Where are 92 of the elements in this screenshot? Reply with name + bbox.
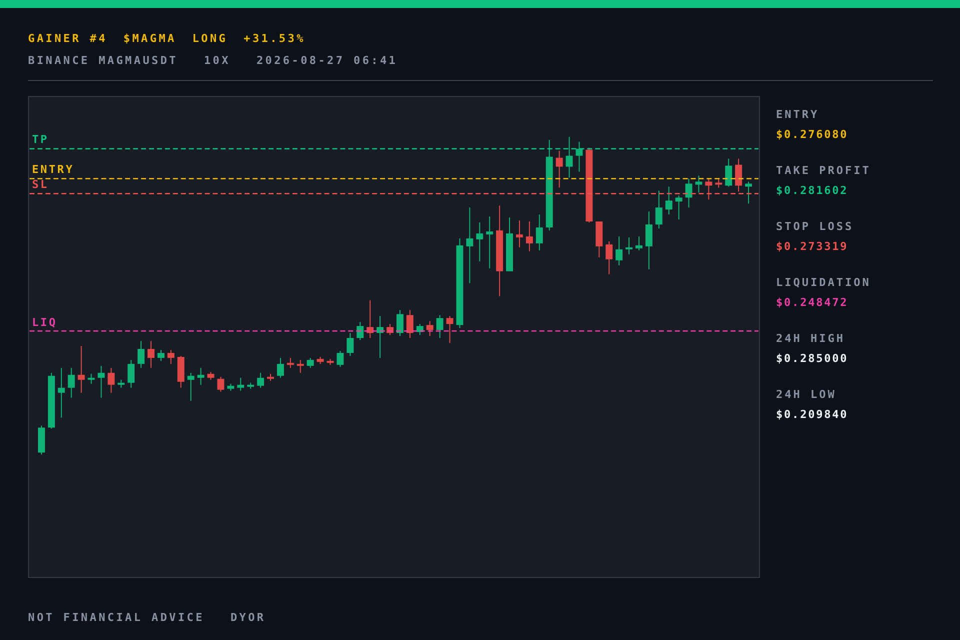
candle <box>247 382 254 390</box>
candle <box>665 186 672 215</box>
candle <box>606 240 613 275</box>
candle <box>177 355 184 388</box>
candle <box>566 136 573 178</box>
candle <box>237 377 244 392</box>
level-label: LIQ <box>32 316 58 330</box>
headline-text: LONG <box>192 31 228 47</box>
candle <box>645 211 652 270</box>
candle <box>526 220 533 252</box>
candle <box>48 372 55 430</box>
candle <box>346 332 354 356</box>
candle <box>705 178 712 200</box>
level-label: TP <box>32 133 49 147</box>
stat-label: ENTRY <box>776 108 820 122</box>
candle <box>616 236 623 266</box>
candle <box>446 316 454 344</box>
disclaimer-text: NOT FINANCIAL ADVICE <box>28 611 204 625</box>
candle <box>157 349 164 362</box>
candle <box>725 158 732 188</box>
level-label: SL <box>32 178 49 192</box>
candle <box>386 324 394 336</box>
candle <box>38 425 45 455</box>
candle <box>336 350 344 368</box>
stat-value: $0.209840 <box>776 408 850 422</box>
candle <box>436 314 444 338</box>
candle <box>277 357 284 378</box>
candle <box>636 236 642 251</box>
candle <box>227 383 234 392</box>
candle <box>167 349 174 364</box>
candle <box>257 372 264 388</box>
candle <box>316 356 324 364</box>
candle <box>596 220 603 258</box>
candle <box>476 222 484 262</box>
stat-label: 24H HIGH <box>776 332 846 346</box>
candle <box>576 141 583 172</box>
headline-text: GAINER #4 <box>28 31 108 47</box>
candle <box>416 324 424 336</box>
candle <box>187 372 194 402</box>
subheader-text: 2026-08-27 06:41 <box>256 53 398 69</box>
candle <box>655 190 662 229</box>
stat-value: $0.273319 <box>776 240 850 254</box>
stat-value: $0.276080 <box>776 128 850 142</box>
candle <box>296 359 304 374</box>
headline-text: +31.53% <box>244 31 306 47</box>
candle <box>366 300 374 338</box>
candle <box>556 150 563 188</box>
stat-label: LIQUIDATION <box>776 276 871 290</box>
stat-label: 24H LOW <box>776 388 838 402</box>
candle <box>745 181 752 204</box>
candle <box>396 310 404 336</box>
candle <box>536 214 543 251</box>
candle <box>108 367 115 394</box>
candle <box>78 345 85 394</box>
candle <box>197 367 204 386</box>
subheader-text: 10X <box>204 53 230 69</box>
stat-value: $0.281602 <box>776 184 850 198</box>
candle <box>128 359 135 388</box>
candle <box>138 340 145 368</box>
candle <box>217 376 224 392</box>
candle <box>506 217 513 272</box>
candle <box>88 373 95 384</box>
stat-value: $0.285000 <box>776 352 850 366</box>
candle <box>306 357 314 368</box>
candle <box>626 236 632 255</box>
candle <box>286 357 294 368</box>
candle <box>406 310 414 338</box>
candle <box>685 178 692 208</box>
candle <box>516 220 523 248</box>
level-label: ENTRY <box>32 163 74 177</box>
candle <box>426 320 434 336</box>
candle <box>326 358 334 366</box>
stat-label: STOP LOSS <box>776 220 855 234</box>
candle <box>735 158 742 192</box>
subheader-text: BINANCE MAGMAUSDT <box>28 53 178 69</box>
candle <box>148 340 154 368</box>
candle <box>98 365 105 398</box>
candle <box>68 367 75 398</box>
stat-label: TAKE PROFIT <box>776 164 871 178</box>
candle <box>118 379 125 388</box>
stat-value: $0.248472 <box>776 296 850 310</box>
candle <box>267 373 274 382</box>
candle <box>715 178 722 188</box>
candle <box>486 216 494 269</box>
disclaimer-text: DYOR <box>230 611 266 625</box>
candle <box>675 195 682 220</box>
candle <box>356 322 364 340</box>
candle <box>207 371 214 380</box>
candle <box>695 175 702 194</box>
candle <box>58 367 65 418</box>
headline-text: $MAGMA <box>123 31 176 47</box>
candle <box>376 316 384 358</box>
